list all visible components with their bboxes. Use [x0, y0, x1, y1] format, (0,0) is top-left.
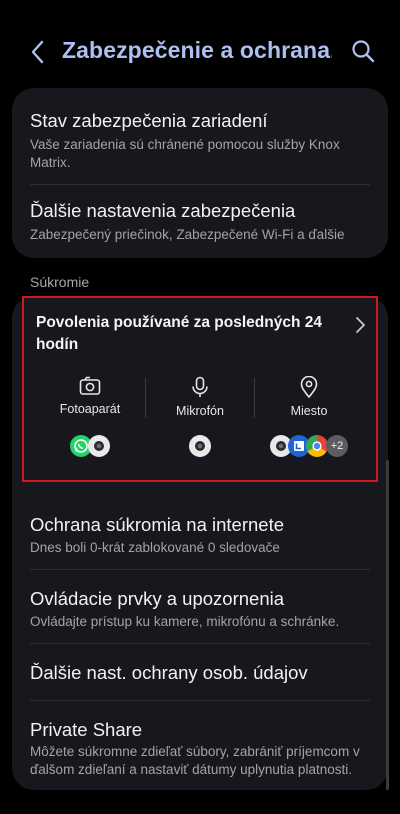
camera-app-icon: [189, 435, 211, 457]
camera-icon: [35, 376, 145, 396]
permission-label: Miesto: [290, 404, 328, 418]
chevron-right-icon[interactable]: [353, 316, 367, 334]
app-bar: Zabezpečenie a ochrana...: [0, 0, 400, 100]
permission-label: Mikrofón: [176, 404, 224, 418]
item-subtitle: Dnes boli 0-krát zablokované 0 sledovače: [30, 540, 280, 555]
item-title: Stav zabezpečenia zariadení: [30, 110, 268, 131]
item-title: Ďalšie nastavenia zabezpečenia: [30, 200, 296, 221]
microphone-icon: [145, 376, 255, 398]
item-subtitle: Môžete súkromne zdieľať súbory, zabrániť…: [30, 744, 360, 777]
item-title: Private Share: [30, 719, 143, 740]
permissions-title: Povolenia používané za posledných 24 hod…: [36, 314, 322, 353]
chrome-icon: [306, 435, 328, 457]
item-subtitle: Ovládajte prístup ku kamere, mikrofónu a…: [30, 614, 340, 629]
internet-privacy-item[interactable]: Ochrana súkromia na internete Dnes boli …: [12, 498, 388, 570]
item-title: Ovládacie prvky a upozornenia: [30, 588, 285, 609]
camera-app-icon: [88, 435, 110, 457]
permission-camera[interactable]: Fotoaparát: [35, 376, 145, 416]
scrollbar[interactable]: [386, 460, 389, 790]
page-title: Zabezpečenie a ochrana...: [62, 37, 332, 63]
permission-label: Fotoaparát: [59, 402, 121, 416]
item-title: Ochrana súkromia na internete: [30, 514, 284, 535]
more-security-settings-item[interactable]: Ďalšie nastavenia zabezpečenia Zabezpeče…: [12, 185, 388, 258]
permission-microphone[interactable]: Mikrofón: [145, 376, 255, 418]
more-apps-badge: +2: [326, 435, 348, 457]
permission-location[interactable]: Miesto: [254, 376, 364, 418]
section-label-privacy: Súkromie: [30, 274, 90, 290]
controls-and-alerts-item[interactable]: Ovládacie prvky a upozornenia Ovládajte …: [12, 570, 388, 643]
chevron-left-icon[interactable]: [26, 38, 50, 66]
more-privacy-settings-item[interactable]: Ďalšie nast. ochrany osob. údajov: [12, 644, 388, 700]
security-card: Stav zabezpečenia zariadení Vaše zariade…: [12, 88, 388, 258]
private-share-item[interactable]: Private Share Môžete súkromne zdieľať sú…: [12, 701, 388, 790]
location-pin-icon: [254, 376, 364, 398]
device-security-status-item[interactable]: Stav zabezpečenia zariadení Vaše zariade…: [12, 88, 388, 184]
search-icon[interactable]: [350, 38, 376, 64]
item-title: Ďalšie nast. ochrany osob. údajov: [30, 662, 308, 683]
item-subtitle: Zabezpečený priečinok, Zabezpečené Wi-Fi…: [30, 227, 345, 242]
item-subtitle: Vaše zariadenia sú chránené pomocou služ…: [30, 137, 340, 170]
